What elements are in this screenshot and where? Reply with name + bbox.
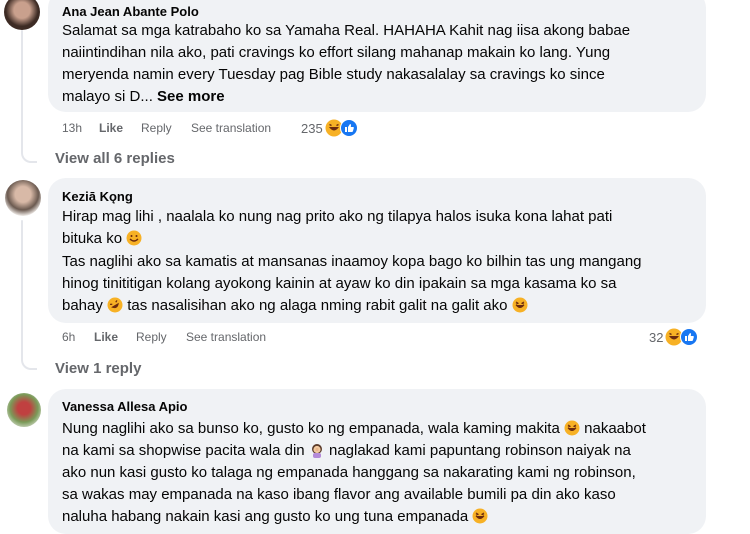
- comment-text-line: hinog tinititigan kolang ayokong kainin …: [62, 275, 617, 292]
- comment-text-line: sa wakas may empanada na kaso ibang flav…: [62, 486, 616, 503]
- avatar[interactable]: [4, 0, 40, 30]
- comment-text-fragment: naluha habang nakain kasi ang gusto ko u…: [62, 508, 469, 525]
- comment-text-line: Salamat sa mga katrabaho ko sa Yamaha Re…: [62, 22, 631, 39]
- comment-text-fragment: na kami sa shopwise pacita wala din: [62, 442, 305, 459]
- reaction-summary[interactable]: 32: [649, 328, 699, 346]
- comment-text-line: naluha habang nakain kasi ang gusto ko u…: [62, 506, 488, 527]
- reaction-count: 235: [301, 120, 323, 136]
- comment-timestamp[interactable]: 13h: [62, 121, 82, 135]
- see-translation-link[interactable]: See translation: [191, 121, 271, 135]
- laughing-emoji-icon: [512, 297, 528, 313]
- thread-line: [21, 220, 23, 356]
- rofl-emoji-icon: [107, 297, 123, 313]
- thread-connector: [21, 352, 37, 370]
- comment-author[interactable]: Ana Jean Abante Polo: [62, 4, 199, 19]
- comment-text-line: meryenda namin every Tuesday pag Bible s…: [62, 66, 605, 83]
- comment-text-fragment: naglakad kami papuntang robinson naiyak …: [328, 442, 631, 459]
- comment-text-fragment: tas nasalisihan ako ng alaga nming rabit…: [127, 297, 508, 314]
- comment-timestamp[interactable]: 6h: [62, 330, 75, 344]
- comment-text-fragment: Nung naglihi ako sa bunso ko, gusto ko n…: [62, 420, 560, 437]
- comment-actions: 13h Like Reply See translation: [62, 121, 271, 137]
- comment-actions: 6h Like Reply See translation: [62, 330, 282, 346]
- reply-button[interactable]: Reply: [141, 121, 172, 135]
- like-reaction-icon: [339, 119, 358, 137]
- reaction-count: 32: [649, 329, 664, 345]
- laughing-emoji-icon: [472, 508, 488, 524]
- view-all-replies-link[interactable]: View all 6 replies: [55, 150, 175, 167]
- comment-text-line: Nung naglihi ako sa bunso ko, gusto ko n…: [62, 418, 646, 439]
- reaction-summary[interactable]: 235: [301, 119, 358, 137]
- comment-text-fragment: nakaabot: [584, 420, 646, 437]
- thread-line: [21, 30, 23, 148]
- comment-text-line: Hirap mag lihi , naalala ko nung nag pri…: [62, 208, 613, 225]
- see-translation-link[interactable]: See translation: [186, 330, 266, 344]
- like-reaction-icon: [680, 328, 699, 346]
- thread-connector: [21, 145, 37, 163]
- comment-text-line: naiintindihan nila ako, pati cravings ko…: [62, 44, 611, 61]
- laughing-emoji-icon: [564, 420, 580, 436]
- comment-text-line: bituka ko: [62, 228, 142, 249]
- comment-author[interactable]: Vanessa Allesa Apio: [62, 399, 188, 414]
- comment-text-fragment: bituka ko: [62, 230, 123, 247]
- comment-text-line: Tas naglihi ako sa kamatis at mansanas i…: [62, 253, 642, 270]
- like-button[interactable]: Like: [94, 330, 118, 344]
- comment-text-fragment: malayo si D...: [62, 88, 153, 105]
- comment-text-line: bahay tas nasalisihan ako ng alaga nming…: [62, 295, 528, 316]
- comment-text-line: ako nun kasi gusto ko talaga ng empanada…: [62, 464, 636, 481]
- comment-text-fragment: bahay: [62, 297, 103, 314]
- comment-author[interactable]: Keziā Kǫng: [62, 189, 133, 204]
- view-one-reply-link[interactable]: View 1 reply: [55, 360, 141, 377]
- avatar[interactable]: [7, 393, 41, 427]
- see-more-link[interactable]: See more: [157, 88, 225, 105]
- comment-text-line: malayo si D... See more: [62, 86, 225, 107]
- smiling-emoji-icon: [126, 230, 142, 246]
- avatar[interactable]: [5, 180, 41, 216]
- like-button[interactable]: Like: [99, 121, 123, 135]
- woman-facepalming-emoji-icon: [311, 444, 322, 458]
- reply-button[interactable]: Reply: [136, 330, 167, 344]
- comment-text-line: na kami sa shopwise pacita wala din nagl…: [62, 440, 631, 461]
